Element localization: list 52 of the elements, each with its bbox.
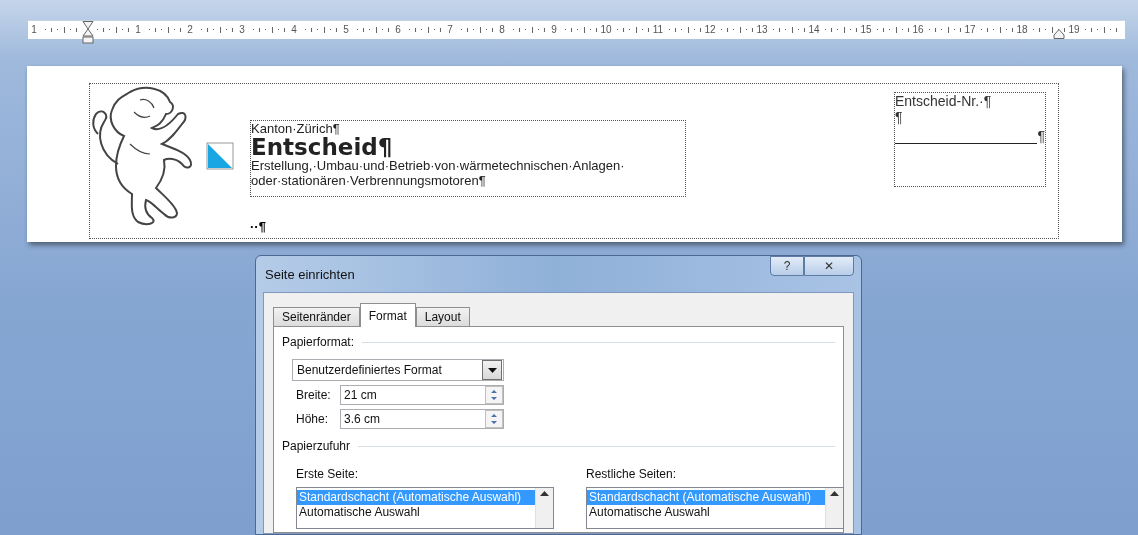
ruler-label: 18 (1016, 24, 1028, 36)
help-button[interactable]: ? (770, 256, 804, 277)
list-item[interactable]: Automatische Auswahl (297, 505, 535, 521)
spin-buttons[interactable] (485, 410, 503, 429)
ruler-label: 1 (30, 24, 38, 36)
dialog-title: Seite einrichten (265, 266, 355, 282)
document-title: Entscheid¶ (251, 135, 394, 158)
ruler-label: 1 (134, 24, 142, 36)
input-field[interactable]: 21 cm (340, 385, 504, 406)
field-label: Breite: (296, 388, 332, 403)
ruler-label: 13 (756, 24, 768, 36)
section-heading: Papierformat: (282, 335, 355, 350)
tab[interactable]: Format (359, 303, 416, 328)
input-field[interactable]: 3.6 cm (340, 409, 504, 430)
tab[interactable]: Seitenränder (273, 307, 360, 327)
ruler-label: 10 (600, 24, 612, 36)
ruler-label: 7 (446, 24, 454, 36)
ruler-label: 14 (808, 24, 820, 36)
ruler-label: 12 (704, 24, 716, 36)
ruler-label: 8 (498, 24, 506, 36)
ruler-label: 11 (652, 24, 664, 36)
ruler-label: 15 (860, 24, 872, 36)
paragraph-mark: ¶ (895, 108, 903, 125)
field-label: Höhe: (296, 412, 330, 427)
document-subtitle: Erstellung,·Umbau·und·Betrieb·von·wärmetechnischen·Anlagen· oder·stationären·Verbrennungsmotoren¶ (251, 157, 626, 188)
ruler-label: 9 (550, 24, 558, 36)
ruler-label: 3 (238, 24, 246, 36)
canton-flag-icon (206, 141, 234, 170)
spin-buttons[interactable] (485, 386, 503, 405)
paragraph-mark: ¶ (1037, 127, 1045, 144)
caret-icon (487, 367, 497, 373)
ruler-label: 4 (290, 24, 298, 36)
ruler-label: 2 (186, 24, 194, 36)
list-item[interactable]: Automatische Auswahl (587, 505, 825, 521)
close-button[interactable]: ✕ (804, 256, 854, 277)
decision-number-label: Entscheid-Nr.·¶ (895, 92, 993, 109)
ruler-label: 16 (912, 24, 924, 36)
ruler-label: 6 (394, 24, 402, 36)
tray-list[interactable]: Standardschacht (Automatische Auswahl) Automatische Auswahl (296, 487, 554, 530)
tab[interactable]: Layout (415, 307, 470, 327)
ruler-label: 5 (342, 24, 350, 36)
ruler-label: 17 (964, 24, 976, 36)
indent-marker-icon[interactable] (82, 21, 94, 45)
paragraph-mark: ··¶ (250, 218, 267, 234)
section-heading: Papierzufuhr (282, 439, 351, 454)
ruler-label: 19 (1068, 24, 1080, 36)
right-indent-marker-icon[interactable] (1053, 29, 1065, 39)
list-label: Restliche Seiten: (586, 467, 678, 482)
paper-format-dropdown[interactable]: Benutzerdefiniertes Format (292, 359, 504, 382)
list-label: Erste Seite: (296, 467, 360, 482)
canton-name: Kanton·Zürich¶ (251, 120, 341, 136)
tray-list[interactable]: Standardschacht (Automatische Auswahl) Automatische Auswahl (586, 487, 844, 530)
